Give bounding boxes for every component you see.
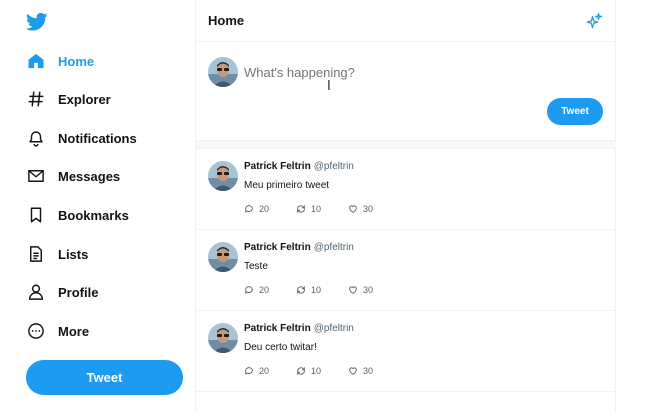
- author-handle: @pfeltrin: [313, 242, 354, 253]
- sidebar-item-label: Notifications: [58, 130, 137, 146]
- heart-icon: [349, 205, 357, 213]
- bookmark-icon: [26, 205, 46, 225]
- tweet-actions: 20 10 30: [244, 366, 400, 376]
- like-count: 30: [363, 366, 374, 376]
- like-button[interactable]: 30: [348, 366, 400, 376]
- retweet-button[interactable]: 10: [296, 366, 348, 376]
- home-icon: [26, 51, 46, 71]
- sidebar-item-label: Profile: [58, 284, 99, 300]
- comment-icon: [244, 367, 253, 375]
- sidebar-item-lists[interactable]: Lists: [26, 241, 88, 267]
- reply-button[interactable]: 20: [244, 204, 296, 214]
- more-circle-icon: [26, 321, 46, 341]
- tweet-text: Meu primeiro tweet: [244, 180, 330, 191]
- like-button[interactable]: 30: [348, 204, 400, 214]
- retweet-icon: [297, 205, 305, 213]
- sidebar-item-messages[interactable]: Messages: [26, 163, 120, 189]
- tweet-author: Patrick Feltrin @pfeltrin: [244, 161, 354, 172]
- avatar: [208, 161, 238, 191]
- person-icon: [26, 282, 46, 302]
- tweet-item[interactable]: Patrick Feltrin @pfeltrin Meu primeiro tw…: [196, 149, 616, 230]
- sidebar-item-label: Lists: [58, 246, 89, 262]
- reply-button[interactable]: 20: [244, 285, 296, 295]
- author-name: Patrick Feltrin: [244, 242, 311, 253]
- sidebar-item-label: Explorer: [58, 91, 111, 107]
- avatar: [208, 242, 238, 272]
- tweet-item[interactable]: Patrick Feltrin @pfeltrin Deu certo twita…: [196, 311, 616, 392]
- sidebar-item-label: More: [58, 323, 90, 339]
- tweet-text: Deu certo twitar!: [244, 342, 317, 353]
- author-handle: @pfeltrin: [313, 161, 354, 172]
- text-cursor-icon: I: [327, 79, 331, 94]
- tweet-composer: [196, 42, 615, 140]
- retweet-count: 10: [311, 285, 322, 295]
- page-title: Home: [208, 13, 245, 28]
- tweet-item[interactable]: Patrick Feltrin @pfeltrin Teste 20 10 30: [196, 230, 616, 311]
- tweet-text: Teste: [244, 261, 268, 272]
- avatar: [208, 323, 238, 353]
- reply-button[interactable]: 20: [244, 366, 296, 376]
- sidebar-item-profile[interactable]: Profile: [26, 279, 98, 305]
- comment-icon: [244, 286, 253, 294]
- sidebar: Home Explorer Notifications Messages Boo…: [0, 0, 196, 412]
- main-timeline: Home I Tweet Patrick Feltrin@pfeltrin Me…: [195, 0, 616, 412]
- bell-icon: [26, 128, 46, 148]
- author-name: Patrick Feltrin: [244, 323, 311, 334]
- reply-count: 20: [259, 285, 270, 295]
- heart-icon: [349, 367, 357, 375]
- like-count: 30: [363, 285, 374, 295]
- hashtag-icon: [26, 89, 46, 109]
- sidebar-item-explorer[interactable]: Explorer: [26, 86, 111, 112]
- compose-tweet-button[interactable]: Tweet: [547, 98, 603, 125]
- list-document-icon: [26, 244, 46, 264]
- author-handle: @pfeltrin: [313, 323, 354, 334]
- like-button[interactable]: 30: [348, 285, 400, 295]
- sidebar-item-notifications[interactable]: Notifications: [26, 125, 137, 151]
- tweet-actions: 20 10 30: [244, 204, 400, 214]
- compose-input[interactable]: [244, 60, 584, 84]
- divider: [196, 140, 616, 149]
- retweet-icon: [297, 367, 305, 375]
- retweet-count: 10: [311, 366, 322, 376]
- reply-count: 20: [259, 366, 270, 376]
- author-name: Patrick Feltrin: [244, 161, 311, 172]
- timeline-header: Home: [196, 0, 615, 42]
- envelope-icon: [26, 166, 46, 186]
- heart-icon: [349, 286, 357, 294]
- reply-count: 20: [259, 204, 270, 214]
- like-count: 30: [363, 204, 374, 214]
- tweet-author: Patrick Feltrin @pfeltrin: [244, 323, 354, 334]
- avatar: [208, 57, 238, 87]
- retweet-button[interactable]: 10: [296, 204, 348, 214]
- sidebar-item-label: Messages: [58, 168, 121, 184]
- tweet-actions: 20 10 30: [244, 285, 400, 295]
- sidebar-item-bookmarks[interactable]: Bookmarks: [26, 202, 129, 228]
- retweet-icon: [297, 286, 305, 294]
- sidebar-item-more[interactable]: More: [26, 318, 89, 344]
- sidebar-item-label: Bookmarks: [58, 207, 129, 223]
- retweet-count: 10: [311, 204, 322, 214]
- twitter-bird-icon[interactable]: [26, 12, 48, 32]
- sidebar-item-home[interactable]: Home: [26, 48, 94, 74]
- sidebar-item-label: Home: [58, 53, 95, 69]
- retweet-button[interactable]: 10: [296, 285, 348, 295]
- sidebar-tweet-button[interactable]: Tweet: [26, 360, 183, 395]
- comment-icon: [244, 205, 253, 213]
- sparkle-icon[interactable]: [585, 12, 603, 30]
- tweet-author: Patrick Feltrin @pfeltrin: [244, 242, 354, 253]
